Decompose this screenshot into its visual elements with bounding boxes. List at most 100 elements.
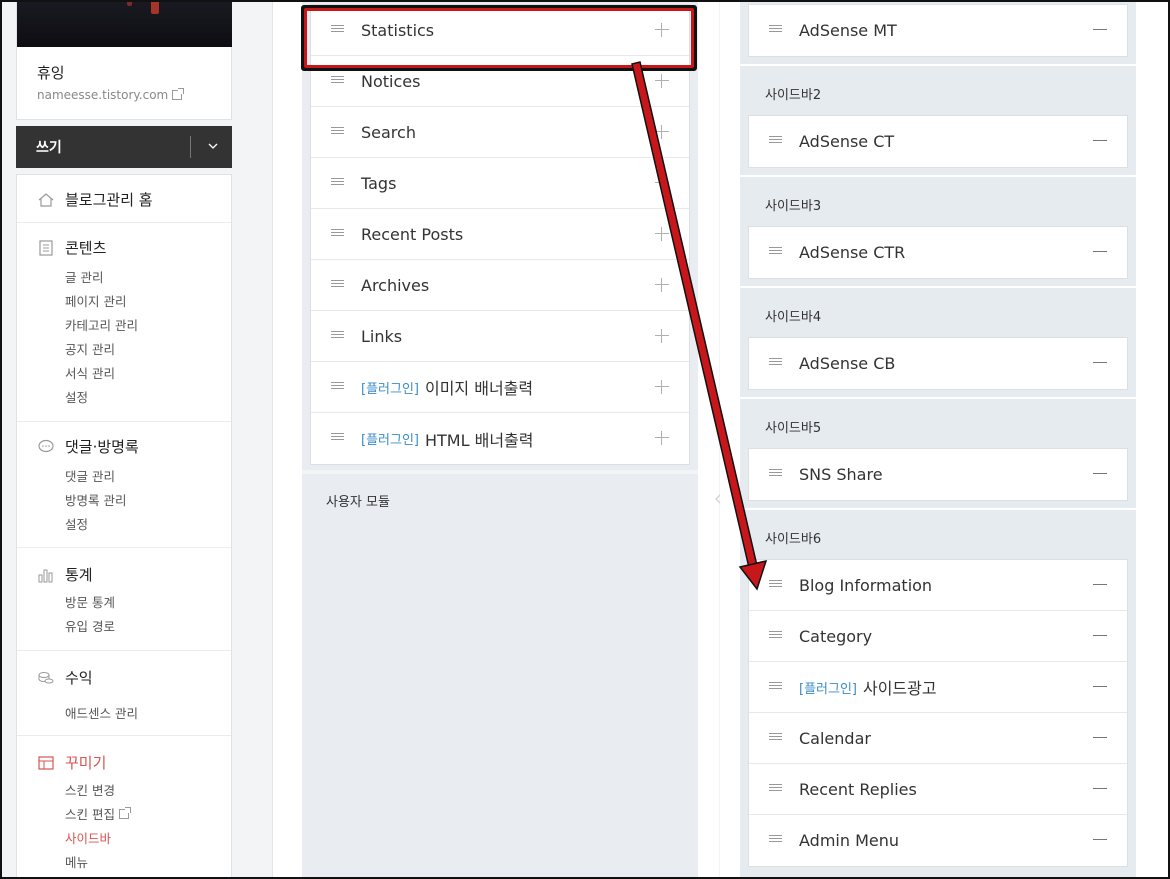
plugin-tag: [플러그인] — [361, 433, 419, 448]
sidebar-module-item[interactable]: Blog Information — [749, 560, 1127, 611]
sidebar-module-label: AdSense CTR — [799, 243, 906, 262]
menu-home[interactable]: 블로그관리 홈 — [37, 189, 153, 210]
drag-handle-icon[interactable] — [331, 178, 344, 188]
module-item[interactable]: [플러그인] 이미지 배너출력 — [311, 362, 689, 413]
sidebar-module-item[interactable]: [플러그인] 사이드광고 — [749, 662, 1127, 713]
remove-icon[interactable] — [1093, 686, 1107, 687]
menu-item-categories[interactable]: 카테고리 관리 — [65, 315, 138, 334]
module-item[interactable]: Tags — [311, 158, 689, 209]
sidebar-module-item[interactable]: Recent Replies — [749, 764, 1127, 815]
menu-home-label: 블로그관리 홈 — [65, 191, 153, 209]
sidebar-module-item[interactable]: Calendar — [749, 713, 1127, 764]
drag-handle-icon[interactable] — [331, 280, 344, 290]
remove-icon[interactable] — [1093, 788, 1107, 789]
menu-item-comment-manage[interactable]: 댓글 관리 — [65, 466, 115, 485]
menu-revenue[interactable]: 수익 — [37, 667, 93, 688]
module-label: HTML 배너출력 — [424, 430, 534, 450]
sidebar-module-item[interactable]: Category — [749, 611, 1127, 662]
module-item[interactable]: Recent Posts — [311, 209, 689, 260]
sidebar-module-item[interactable]: AdSense CTR — [749, 227, 1127, 278]
remove-icon[interactable] — [1093, 251, 1107, 252]
drag-handle-icon[interactable] — [331, 76, 344, 86]
write-button[interactable]: 쓰기 — [16, 126, 232, 168]
cover-light-decoration — [151, 0, 159, 14]
remove-icon[interactable] — [1093, 362, 1107, 363]
menu-item-guestbook-manage[interactable]: 방명록 관리 — [65, 490, 126, 509]
drag-handle-icon[interactable] — [769, 631, 782, 641]
module-item[interactable]: Links — [311, 311, 689, 362]
sidebar-module-item[interactable]: SNS Share — [749, 449, 1127, 500]
drag-handle-icon[interactable] — [331, 229, 344, 239]
drag-handle-icon[interactable] — [769, 682, 782, 692]
remove-icon[interactable] — [1093, 29, 1107, 30]
add-icon[interactable] — [655, 125, 669, 139]
remove-icon[interactable] — [1093, 839, 1107, 840]
sidebar-module-item[interactable]: AdSense CB — [749, 338, 1127, 389]
sidebar-module-item[interactable]: Admin Menu — [749, 815, 1127, 866]
menu-item-comment-settings[interactable]: 설정 — [65, 514, 88, 533]
add-icon[interactable] — [655, 278, 669, 292]
module-item[interactable]: Search — [311, 107, 689, 158]
add-icon[interactable] — [655, 380, 669, 394]
chevron-down-icon[interactable] — [206, 139, 220, 153]
menu-content[interactable]: 콘텐츠 — [37, 237, 106, 258]
add-icon[interactable] — [655, 329, 669, 343]
drag-handle-icon[interactable] — [769, 469, 782, 479]
menu-decorate[interactable]: 꾸미기 — [37, 752, 106, 773]
user-module-heading: 사용자 모듈 — [326, 495, 390, 510]
sidebar-module-list: AdSense CT — [748, 115, 1128, 168]
add-icon[interactable] — [655, 227, 669, 241]
blog-url-link[interactable]: nameesse.tistory.com — [37, 88, 185, 102]
menu-item-skin-edit[interactable]: 스킨 편집 — [65, 804, 131, 823]
add-icon[interactable] — [655, 176, 669, 190]
drag-handle-icon[interactable] — [769, 784, 782, 794]
remove-icon[interactable] — [1093, 584, 1107, 585]
remove-icon[interactable] — [1093, 737, 1107, 738]
admin-menu: 블로그관리 홈 콘텐츠 글 관리 페이지 관리 카테고리 관리 공지 관리 서식… — [16, 174, 232, 879]
sidebar-module-label: AdSense CB — [799, 354, 896, 373]
drag-handle-icon[interactable] — [769, 358, 782, 368]
module-item[interactable]: [플러그인] HTML 배너출력 — [311, 413, 689, 464]
remove-icon[interactable] — [1093, 140, 1107, 141]
menu-item-referrers[interactable]: 유입 경로 — [65, 616, 115, 635]
menu-comments[interactable]: 댓글·방명록 — [37, 436, 139, 457]
drag-handle-icon[interactable] — [769, 580, 782, 590]
menu-item-skin-edit-label: 스킨 편집 — [65, 807, 115, 822]
sidebar-module-list: AdSense MT — [748, 4, 1128, 57]
menu-group-content: 콘텐츠 글 관리 페이지 관리 카테고리 관리 공지 관리 서식 관리 설정 — [17, 223, 231, 422]
blog-cover-image — [17, 0, 232, 47]
drag-handle-icon[interactable] — [769, 25, 782, 35]
add-icon[interactable] — [655, 74, 669, 88]
remove-icon[interactable] — [1093, 473, 1107, 474]
drag-handle-icon[interactable] — [769, 247, 782, 257]
home-icon — [38, 192, 54, 207]
menu-decorate-label: 꾸미기 — [65, 754, 107, 772]
drag-handle-icon[interactable] — [769, 835, 782, 845]
sidebar-module-label: Category — [799, 626, 873, 646]
menu-item-pages[interactable]: 페이지 관리 — [65, 291, 126, 310]
drag-handle-icon[interactable] — [769, 733, 782, 743]
drag-handle-icon[interactable] — [331, 127, 344, 137]
add-icon[interactable] — [655, 431, 669, 445]
sidebar-module-item[interactable]: AdSense CT — [749, 116, 1127, 167]
drag-handle-icon[interactable] — [331, 331, 344, 341]
menu-item-visit-stats[interactable]: 방문 통계 — [65, 592, 115, 611]
sidebar-module-list: AdSense CTR — [748, 226, 1128, 279]
drag-handle-icon[interactable] — [331, 433, 344, 443]
menu-item-skin-change[interactable]: 스킨 변경 — [65, 780, 115, 799]
menu-item-content-settings[interactable]: 설정 — [65, 387, 88, 406]
sidebar-module-item[interactable]: AdSense MT — [749, 5, 1127, 56]
menu-item-menu[interactable]: 메뉴 — [65, 852, 88, 871]
menu-item-notices[interactable]: 공지 관리 — [65, 339, 115, 358]
drag-handle-icon[interactable] — [769, 136, 782, 146]
remove-icon[interactable] — [1093, 635, 1107, 636]
menu-item-posts[interactable]: 글 관리 — [65, 267, 103, 286]
drag-handle-icon[interactable] — [331, 382, 344, 392]
module-item[interactable]: Archives — [311, 260, 689, 311]
menu-item-templates[interactable]: 서식 관리 — [65, 363, 115, 382]
menu-item-sidebar[interactable]: 사이드바 — [65, 828, 111, 847]
menu-item-adsense[interactable]: 애드센스 관리 — [65, 703, 138, 722]
menu-stats[interactable]: 통계 — [37, 564, 93, 585]
write-button-divider — [190, 136, 191, 158]
external-link-icon — [172, 88, 185, 100]
